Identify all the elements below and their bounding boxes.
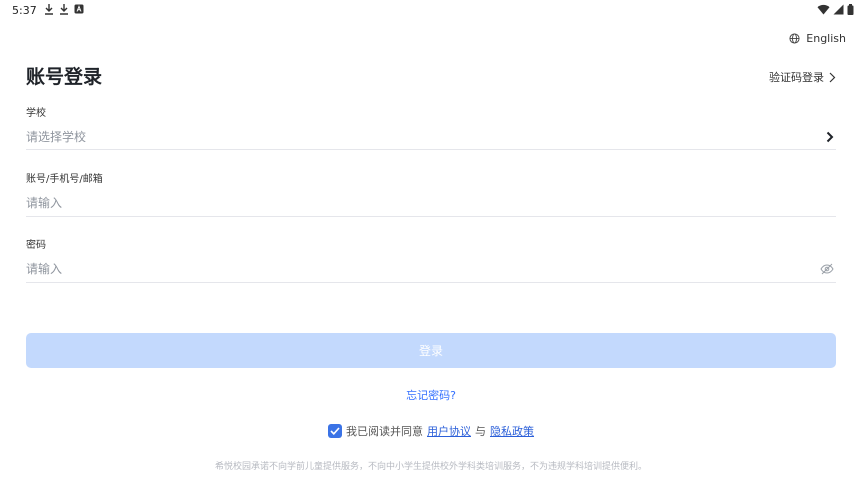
- account-field: 账号/手机号/邮箱: [26, 170, 836, 217]
- agreement-prefix: 我已阅读并同意: [346, 425, 423, 438]
- code-login-link[interactable]: 验证码登录: [769, 69, 836, 85]
- account-input[interactable]: [26, 193, 786, 213]
- password-label: 密码: [26, 240, 46, 251]
- service-promise-text: 希悦校园承诺不向学前儿童提供服务，不向中小学生提供校外学科类培训服务，不为违规学…: [214, 462, 647, 472]
- chevron-right-icon: [829, 72, 836, 82]
- agreement-conjunction: 与: [475, 425, 486, 438]
- check-icon: [330, 427, 340, 435]
- system-status-icons: [817, 4, 854, 15]
- password-field: 密码: [26, 236, 836, 283]
- signal-icon: [833, 4, 844, 15]
- code-login-label: 验证码登录: [769, 71, 824, 84]
- download-icon: [60, 4, 68, 15]
- language-label: English: [806, 32, 846, 45]
- globe-icon: [789, 33, 800, 44]
- wifi-icon: [817, 4, 830, 15]
- school-label: 学校: [26, 108, 46, 119]
- page-title: 账号登录: [26, 66, 103, 88]
- status-time: 5:37: [12, 4, 37, 17]
- eye-off-icon[interactable]: [820, 263, 834, 275]
- agreement-row: 我已阅读并同意 用户协议 与 隐私政策: [0, 423, 862, 439]
- school-field: 学校: [26, 104, 836, 150]
- user-agreement-link[interactable]: 用户协议: [427, 423, 471, 439]
- login-button[interactable]: 登录: [26, 333, 836, 368]
- school-select[interactable]: [26, 124, 836, 150]
- password-input-row: [26, 256, 836, 283]
- privacy-policy-link[interactable]: 隐私政策: [490, 423, 534, 439]
- download-icon: [45, 4, 53, 15]
- language-switch[interactable]: English: [789, 32, 846, 45]
- school-input[interactable]: [26, 126, 786, 147]
- battery-icon: [847, 4, 854, 15]
- account-input-row: [26, 190, 836, 217]
- forgot-password-link[interactable]: 忘记密码?: [0, 387, 862, 403]
- password-input[interactable]: [26, 259, 786, 279]
- agreement-checkbox[interactable]: [328, 424, 342, 438]
- notification-icons: [44, 3, 84, 15]
- chevron-right-icon: [826, 131, 834, 142]
- app-notification-icon: [74, 4, 84, 14]
- account-label: 账号/手机号/邮箱: [26, 174, 103, 185]
- status-bar: 5:37: [0, 0, 862, 22]
